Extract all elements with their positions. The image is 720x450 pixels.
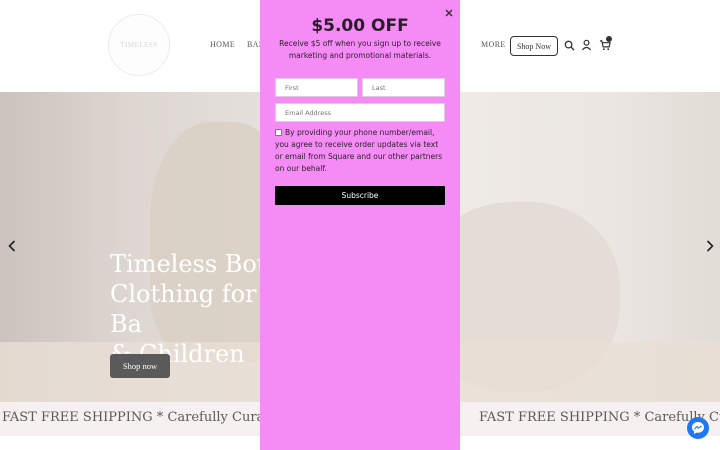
user-icon[interactable]: [579, 38, 593, 52]
logo-text: TIMELESS: [120, 41, 158, 49]
consent-text: By providing your phone number/email, yo…: [275, 128, 443, 173]
email-field[interactable]: [275, 103, 445, 122]
site-logo[interactable]: TIMELESS: [108, 14, 170, 76]
first-name-field[interactable]: [275, 78, 358, 97]
subscribe-button[interactable]: Subscribe: [275, 186, 445, 205]
chevron-right-icon[interactable]: [702, 236, 718, 256]
popup-subtitle: Receive $5 off when you sign up to recei…: [279, 39, 441, 60]
consent-checkbox[interactable]: [275, 129, 282, 136]
marquee-text-repeat: FAST FREE SHIPPING * Carefully Curated S…: [479, 410, 720, 425]
page: TIMELESS HOME BAB S MORE Shop Now Timele…: [0, 0, 720, 450]
search-icon[interactable]: [562, 38, 576, 52]
discount-popup: $5.00 OFF Receive $5 off when you sign u…: [260, 0, 460, 450]
hero-shop-now-button[interactable]: Shop now: [110, 354, 170, 378]
chevron-left-icon[interactable]: [4, 236, 20, 256]
messenger-chat-icon[interactable]: [687, 417, 709, 439]
cart-count-badge: [606, 36, 612, 42]
header-shop-now-button[interactable]: Shop Now: [510, 36, 558, 56]
nav-item-home[interactable]: HOME: [210, 40, 235, 49]
nav-item-more[interactable]: MORE: [481, 40, 506, 49]
last-name-field[interactable]: [362, 78, 445, 97]
popup-title: $5.00 OFF: [311, 16, 409, 36]
